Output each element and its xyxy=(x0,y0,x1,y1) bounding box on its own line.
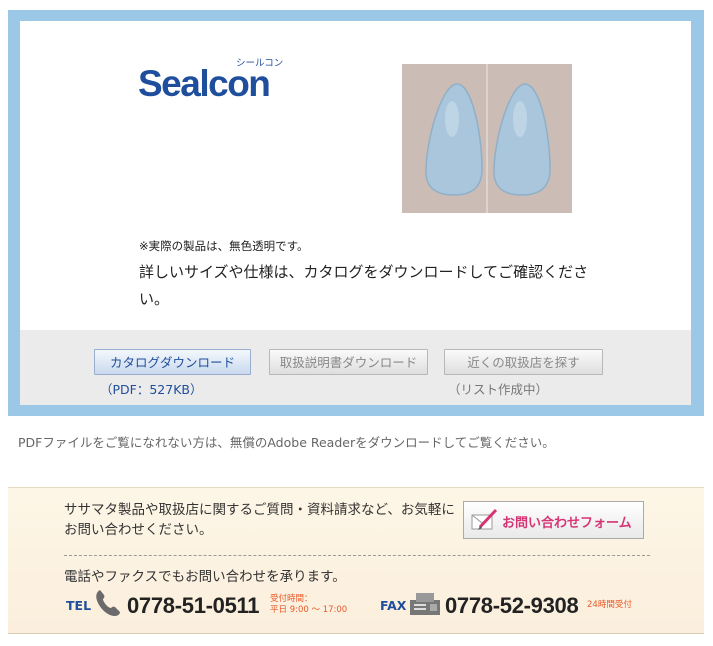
store-list-note: （リスト作成中） xyxy=(448,382,549,397)
download-button-bar: カタログダウンロード （PDF：527KB） 取扱説明書ダウンロード 近くの取扱… xyxy=(20,330,691,405)
contact-message: ササマタ製品や取扱店に関するご質問・資料請求など、お気軽にお問い合わせください。 xyxy=(64,502,455,538)
pencil-letter-icon xyxy=(471,508,498,530)
contact-panel: ササマタ製品や取扱店に関するご質問・資料請求など、お気軽にお問い合わせください。… xyxy=(8,487,704,634)
fax-label: FAX xyxy=(380,598,407,613)
manual-download-button[interactable]: 取扱説明書ダウンロード xyxy=(269,349,428,375)
find-store-button[interactable]: 近くの取扱店を探す xyxy=(444,349,603,375)
product-photo xyxy=(402,64,572,213)
tel-number[interactable]: 0778-51-0511 xyxy=(127,593,260,619)
fax-24h-note: 24時間受付 xyxy=(587,600,632,610)
divider xyxy=(64,555,650,556)
phone-fax-lead: 電話やファクスでもお問い合わせを承ります。 xyxy=(64,569,346,585)
catalog-download-button[interactable]: カタログダウンロード xyxy=(94,349,251,375)
tel-label: TEL xyxy=(66,598,92,613)
adobe-reader-note: PDFファイルをご覧になれない方は、無償のAdobe Readerをダウンロード… xyxy=(18,435,555,450)
fax-machine-icon xyxy=(410,593,440,615)
sealcon-logo: Sealcon シールコン xyxy=(138,58,284,104)
product-panel: Sealcon シールコン ※実際の製品は、無色透明です。 詳しいサイズや仕様は… xyxy=(8,10,704,416)
product-content: Sealcon シールコン ※実際の製品は、無色透明です。 詳しいサイズや仕様は… xyxy=(20,21,691,330)
fax-number[interactable]: 0778-52-9308 xyxy=(445,593,579,619)
tel-hours: 平日 9:00 ～ 17:00 xyxy=(270,605,348,615)
product-photo-image xyxy=(402,64,572,213)
tel-hours-label: 受付時間： xyxy=(270,594,313,604)
contact-form-button[interactable]: お問い合わせフォーム xyxy=(463,501,644,539)
catalog-size-note: （PDF：527KB） xyxy=(100,382,203,397)
phone-icon xyxy=(96,590,120,616)
transparency-note: ※実際の製品は、無色透明です。 xyxy=(139,239,309,253)
catalog-description: 詳しいサイズや仕様は、カタログをダウンロードしてご確認ください。 xyxy=(139,263,589,308)
